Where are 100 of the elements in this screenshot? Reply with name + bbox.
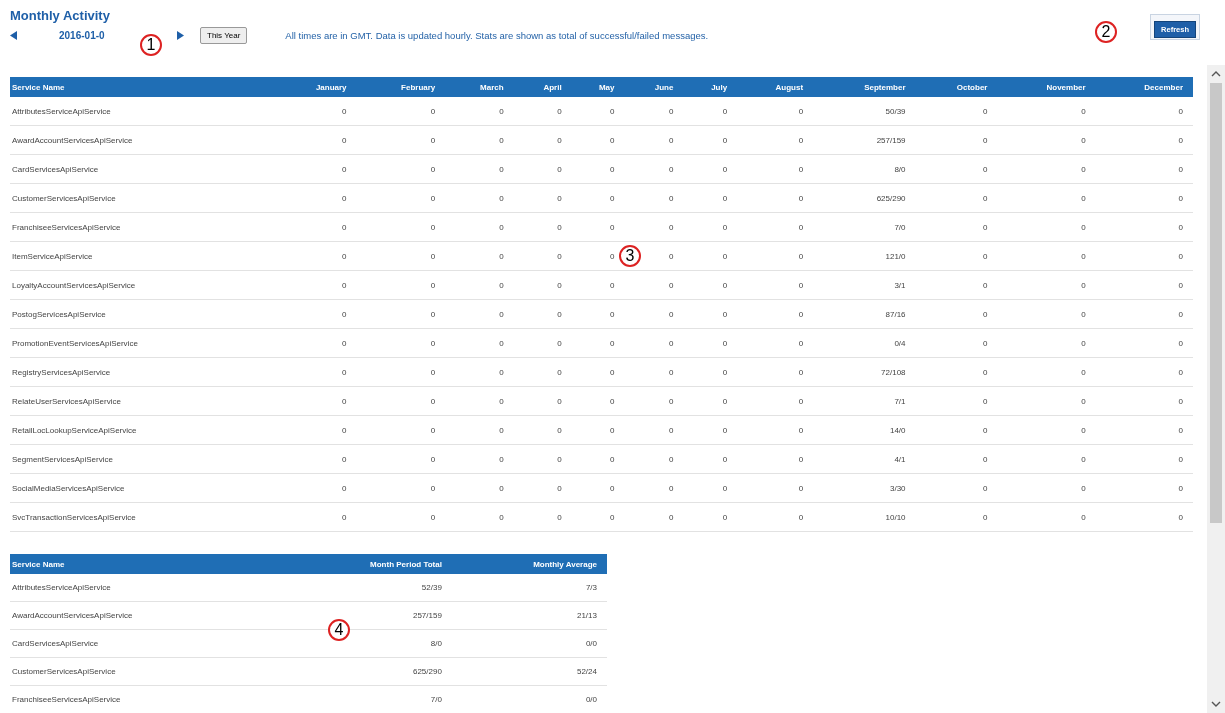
table-cell: 14/0 <box>813 415 916 445</box>
table-cell: 0 <box>737 154 814 184</box>
table-cell: 0 <box>571 415 625 445</box>
table-cell: 0 <box>683 328 738 358</box>
service-name-cell: RetailLocLookupServiceApiService <box>10 415 275 445</box>
table-cell: 0 <box>624 473 684 503</box>
table-cell: 0 <box>356 270 446 300</box>
column-header: Service Name <box>10 77 275 97</box>
table-cell: 0 <box>445 241 514 271</box>
service-name-cell: FranchiseeServicesApiService <box>10 685 281 713</box>
scrollbar-thumb[interactable] <box>1210 83 1222 523</box>
table-cell: 0 <box>513 502 572 532</box>
table-cell: 0 <box>513 241 572 271</box>
table-cell: 0 <box>915 241 998 271</box>
table-cell: 8/0 <box>813 154 916 184</box>
column-header: January <box>274 77 357 97</box>
table-cell: 0 <box>274 473 357 503</box>
table-cell: 0 <box>356 212 446 242</box>
table-cell: 0 <box>571 97 625 126</box>
table-cell: 0 <box>997 154 1096 184</box>
column-header: October <box>915 77 998 97</box>
table-cell: 257/159 <box>813 125 916 155</box>
service-name-cell: AttributesServiceApiService <box>10 97 275 126</box>
table-cell: 0 <box>624 386 684 416</box>
table-cell: 0 <box>445 212 514 242</box>
service-name-cell: AwardAccountServicesApiService <box>10 601 281 630</box>
service-name-cell: CardServicesApiService <box>10 629 281 658</box>
table-cell: 0 <box>274 183 357 213</box>
column-header: March <box>445 77 514 97</box>
table-cell: 0 <box>624 299 684 329</box>
scrollbar[interactable] <box>1207 65 1225 713</box>
column-header: June <box>624 77 684 97</box>
service-name-cell: LoyaltyAccountServicesApiService <box>10 270 275 300</box>
table-cell: 0 <box>737 241 814 271</box>
table-cell: 0 <box>445 328 514 358</box>
table-cell: 0 <box>683 241 738 271</box>
table-cell: 0 <box>513 270 572 300</box>
table-cell: 0 <box>683 386 738 416</box>
table-cell: 0/0 <box>451 685 607 713</box>
column-header: November <box>997 77 1096 97</box>
table-cell: 0 <box>356 328 446 358</box>
column-header: Service Name <box>10 554 281 574</box>
table-cell: 0 <box>513 444 572 474</box>
table-cell: 7/1 <box>813 386 916 416</box>
table-cell: 0 <box>571 386 625 416</box>
table-cell: 0 <box>915 299 998 329</box>
table-cell: 0 <box>997 502 1096 532</box>
left-triangle-icon[interactable] <box>10 31 17 40</box>
table-cell: 0 <box>1095 97 1193 126</box>
table-cell: 0 <box>997 357 1096 387</box>
table-cell: 625/290 <box>813 183 916 213</box>
table-cell: 0 <box>1095 502 1193 532</box>
service-name-cell: PromotionEventServicesApiService <box>10 328 275 358</box>
table-cell: 0 <box>683 125 738 155</box>
table-cell: 0 <box>513 154 572 184</box>
date-label: 2016-01-0 <box>59 30 106 41</box>
table-cell: 0 <box>624 97 684 126</box>
table-cell: 0 <box>997 270 1096 300</box>
table-cell: 7/0 <box>813 212 916 242</box>
service-name-cell: CardServicesApiService <box>10 154 275 184</box>
table-cell: 0 <box>513 97 572 126</box>
table-cell: 3/1 <box>813 270 916 300</box>
table-cell: 0 <box>356 386 446 416</box>
table-cell: 0 <box>1095 125 1193 155</box>
right-triangle-icon[interactable] <box>177 31 184 40</box>
service-name-cell: FranchiseeServicesApiService <box>10 212 275 242</box>
caret-up-icon[interactable] <box>1211 69 1221 79</box>
caret-down-icon[interactable] <box>1211 699 1221 709</box>
table-cell: 0 <box>445 473 514 503</box>
table-cell: 0 <box>683 270 738 300</box>
table-cell: 0 <box>274 212 357 242</box>
table-cell: 0 <box>445 125 514 155</box>
table-cell: 0 <box>274 97 357 126</box>
table-cell: 0 <box>915 328 998 358</box>
table-cell: 0 <box>997 183 1096 213</box>
table-cell: 0 <box>683 212 738 242</box>
table-cell: 21/13 <box>451 601 607 630</box>
table-cell: 0 <box>737 357 814 387</box>
page-title: Monthly Activity <box>10 8 111 23</box>
table-cell: 0 <box>737 386 814 416</box>
table-cell: 0 <box>513 299 572 329</box>
table-cell: 0 <box>683 357 738 387</box>
table-cell: 0 <box>445 357 514 387</box>
table-cell: 0 <box>915 415 998 445</box>
table-cell: 0 <box>445 270 514 300</box>
table-cell: 0 <box>571 154 625 184</box>
table-cell: 0 <box>1095 386 1193 416</box>
table-cell: 0 <box>1095 212 1193 242</box>
table-cell: 0 <box>571 502 625 532</box>
table-cell: 0 <box>274 328 357 358</box>
table-cell: 0 <box>1095 154 1193 184</box>
service-name-cell: CustomerServicesApiService <box>10 657 281 686</box>
table-cell: 0 <box>1095 270 1193 300</box>
table-cell: 0 <box>356 125 446 155</box>
table-cell: 0 <box>997 97 1096 126</box>
this-year-button[interactable]: This Year <box>200 27 248 44</box>
table-cell: 0 <box>1095 299 1193 329</box>
table-cell: 0 <box>274 415 357 445</box>
table-cell: 0 <box>624 125 684 155</box>
table-cell: 0 <box>997 212 1096 242</box>
